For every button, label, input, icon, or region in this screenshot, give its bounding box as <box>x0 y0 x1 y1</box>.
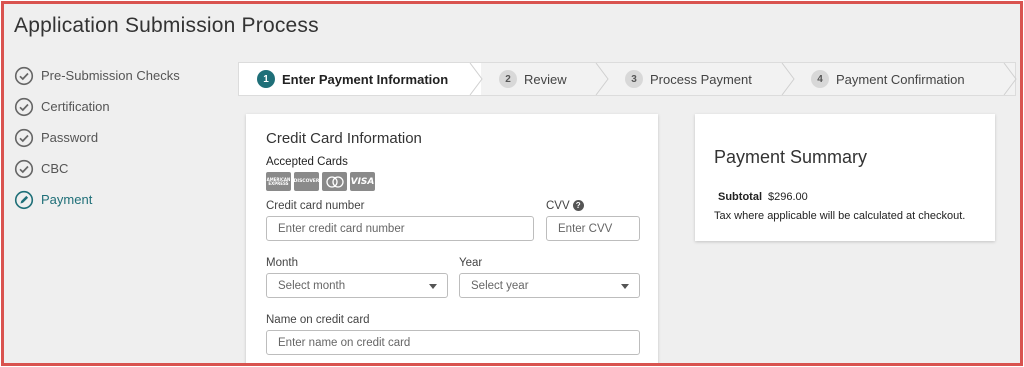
step-number: 1 <box>257 70 275 88</box>
cvv-input[interactable] <box>558 222 639 235</box>
visa-logo: VISA <box>350 172 375 191</box>
discover-logo: DISCOVER <box>294 172 319 191</box>
card-number-label: Credit card number <box>266 200 365 212</box>
check-circle-icon <box>14 97 34 117</box>
sidebar-item-label: Payment <box>41 192 93 207</box>
year-select-value: Select year <box>471 279 529 292</box>
year-select[interactable]: Select year <box>459 273 640 298</box>
sidebar-item-label: Pre-Submission Checks <box>41 68 180 83</box>
subtotal-row: Subtotal $296.00 <box>718 191 808 203</box>
page-title: Application Submission Process <box>14 14 319 37</box>
payment-stepper: 1 Enter Payment Information 2 Review 3 P… <box>238 62 1017 96</box>
name-on-card-input[interactable] <box>278 336 639 349</box>
month-select-value: Select month <box>278 279 346 292</box>
tax-note: Tax where applicable will be calculated … <box>714 210 966 222</box>
help-icon[interactable]: ? <box>572 200 584 211</box>
sidebar-item-payment[interactable]: Payment <box>14 184 224 215</box>
subtotal-value: $296.00 <box>768 191 808 203</box>
month-select[interactable]: Select month <box>266 273 448 298</box>
name-on-card-field[interactable] <box>266 330 640 355</box>
sidebar-item-label: CBC <box>41 161 69 176</box>
cvv-label: CVV? <box>546 200 584 212</box>
card-number-field[interactable] <box>266 216 534 241</box>
year-label: Year <box>459 257 483 269</box>
step-number: 4 <box>811 70 829 88</box>
pencil-circle-icon <box>14 190 34 210</box>
check-circle-icon <box>14 66 34 86</box>
cvv-label-text: CVV <box>546 200 570 212</box>
cvv-field[interactable] <box>546 216 640 241</box>
month-label: Month <box>266 257 298 269</box>
app-frame: Application Submission Process Pre-Submi… <box>1 1 1023 366</box>
sidebar-item-certification[interactable]: Certification <box>14 91 224 122</box>
sidebar-item-label: Certification <box>41 99 110 114</box>
step-label: Enter Payment Information <box>282 71 449 87</box>
subtotal-label: Subtotal <box>718 191 762 203</box>
credit-card-title: Credit Card Information <box>266 130 422 147</box>
step-label: Process Payment <box>650 71 752 87</box>
sidebar-item-password[interactable]: Password <box>14 122 224 153</box>
step-enter-payment-information[interactable]: 1 Enter Payment Information <box>239 63 483 95</box>
sidebar: Pre-Submission Checks Certification Pass… <box>14 60 224 215</box>
chevron-right-icon <box>1003 63 1017 95</box>
check-circle-icon <box>14 128 34 148</box>
payment-summary-panel: Payment Summary Subtotal $296.00 Tax wher… <box>695 114 995 241</box>
sidebar-item-cbc[interactable]: CBC <box>14 153 224 184</box>
accepted-cards-logos: AMERICAN EXPRESS DISCOVER VISA <box>266 172 375 191</box>
sidebar-item-label: Password <box>41 130 99 145</box>
name-on-card-label: Name on credit card <box>266 314 370 326</box>
step-label: Payment Confirmation <box>836 71 965 87</box>
amex-logo: AMERICAN EXPRESS <box>266 172 291 191</box>
check-circle-icon <box>14 159 34 179</box>
payment-summary-title: Payment Summary <box>714 147 868 167</box>
credit-card-panel: Credit Card Information Accepted Cards A… <box>246 114 658 363</box>
step-payment-confirmation[interactable]: 4 Payment Confirmation <box>793 63 1017 95</box>
sidebar-item-pre-submission-checks[interactable]: Pre-Submission Checks <box>14 60 224 91</box>
step-process-payment[interactable]: 3 Process Payment <box>607 63 795 95</box>
caret-down-icon <box>621 284 629 289</box>
mastercard-logo <box>322 172 347 191</box>
step-number: 2 <box>499 70 517 88</box>
step-number: 3 <box>625 70 643 88</box>
step-review[interactable]: 2 Review <box>481 63 609 95</box>
card-number-input[interactable] <box>278 222 533 235</box>
step-label: Review <box>524 71 567 87</box>
accepted-cards-label: Accepted Cards <box>266 156 348 168</box>
caret-down-icon <box>429 284 437 289</box>
